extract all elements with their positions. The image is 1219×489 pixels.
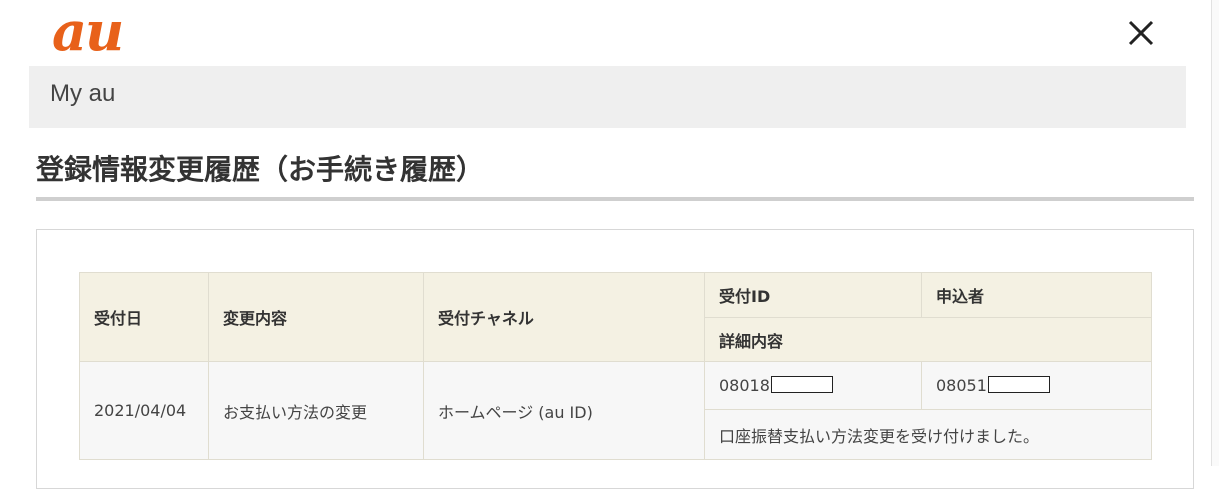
cell-applicant: 08051 <box>921 361 1152 410</box>
header-applicant: 申込者 <box>921 272 1152 318</box>
title-divider <box>36 197 1194 201</box>
scrollbar[interactable] <box>1211 0 1219 466</box>
reception-id-text: 08018 <box>719 376 770 395</box>
table-row: 2021/04/04 お支払い方法の変更 ホームページ (au ID) 0801… <box>79 361 1152 460</box>
header-date: 受付日 <box>79 272 209 362</box>
header-details: 詳細内容 <box>704 317 1152 362</box>
cell-channel: ホームページ (au ID) <box>423 361 705 460</box>
cell-details: 口座振替支払い方法変更を受け付けました。 <box>704 409 1152 460</box>
close-icon <box>1128 20 1154 46</box>
myau-nav-bar: My au <box>29 66 1186 128</box>
applicant-text: 08051 <box>936 376 987 395</box>
au-logo: au <box>52 0 124 63</box>
header-channel: 受付チャネル <box>423 272 705 362</box>
cell-change: お支払い方法の変更 <box>208 361 424 460</box>
myau-label[interactable]: My au <box>50 79 115 109</box>
header-reception-id: 受付ID <box>704 272 922 318</box>
close-button[interactable] <box>1126 18 1156 48</box>
history-card: 受付日 変更内容 受付チャネル 受付ID 申込者 詳細内容 2021/04/04… <box>36 229 1194 489</box>
header-change: 変更内容 <box>208 272 424 362</box>
cell-date: 2021/04/04 <box>79 361 209 460</box>
table-header-row: 受付日 変更内容 受付チャネル 受付ID 申込者 <box>79 272 1152 362</box>
redaction-box <box>770 376 833 393</box>
page-title: 登録情報変更履歴（お手続き履歴） <box>36 153 485 186</box>
history-table: 受付日 変更内容 受付チャネル 受付ID 申込者 詳細内容 2021/04/04… <box>79 272 1152 460</box>
redaction-box <box>987 376 1050 393</box>
cell-reception-id: 08018 <box>704 361 922 410</box>
